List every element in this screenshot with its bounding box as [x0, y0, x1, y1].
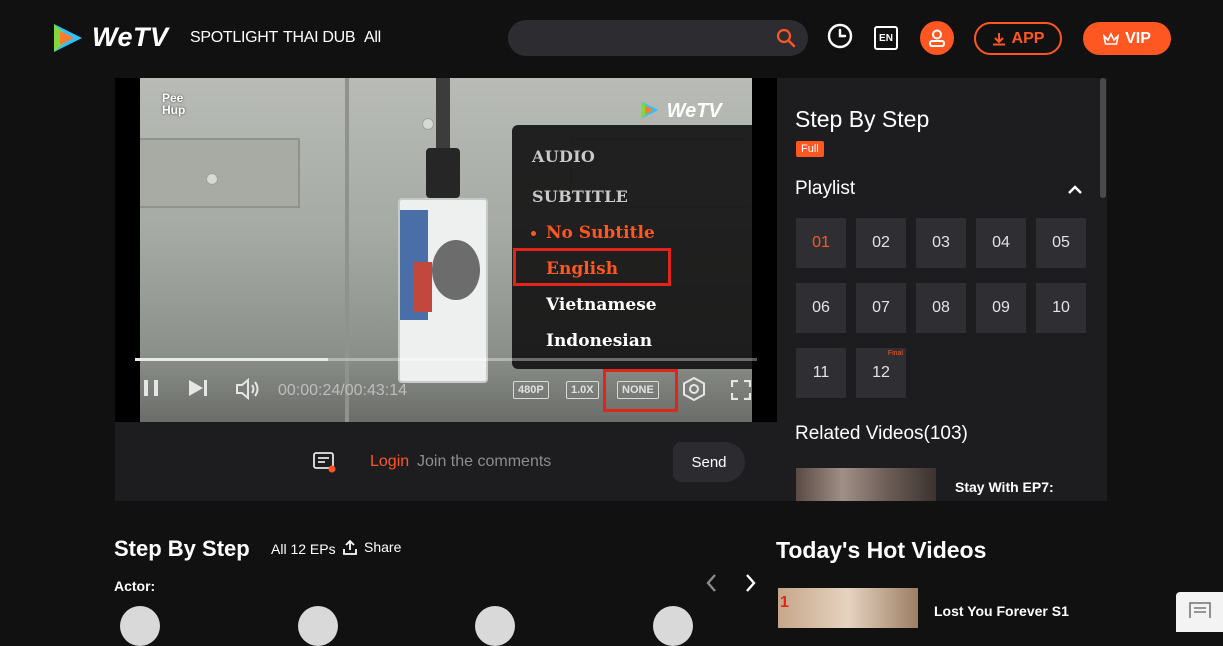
hot-video-thumbnail[interactable]	[778, 588, 918, 628]
feedback-button[interactable]	[1176, 592, 1223, 632]
settings-hexagon-icon[interactable]	[681, 376, 707, 407]
selected-dot-icon	[531, 231, 536, 236]
search-icon[interactable]	[776, 28, 796, 48]
episode-06[interactable]: 06	[796, 283, 846, 333]
progress-fill[interactable]	[135, 358, 328, 361]
english-highlight-box	[513, 248, 671, 286]
top-header: WeTV SPOTLIGHT THAI DUB All EN APP VIP	[0, 0, 1223, 78]
volume-icon[interactable]	[235, 377, 261, 405]
chevron-right-icon[interactable]	[740, 572, 760, 594]
subtitle-button-highlight-box	[603, 369, 678, 412]
subtitle-option-none[interactable]: No Subtitle	[546, 223, 655, 243]
wetv-watermark-text: WeTV	[666, 100, 722, 122]
comment-input[interactable]: Join the comments	[417, 453, 551, 471]
download-app-button[interactable]: APP	[974, 22, 1062, 55]
wetv-watermark: WeTV	[639, 100, 722, 123]
user-icon	[929, 29, 945, 47]
share-icon	[343, 539, 357, 555]
shirt-placket	[345, 78, 349, 422]
episode-09[interactable]: 09	[976, 283, 1026, 333]
wetv-logo-icon[interactable]	[50, 22, 86, 54]
speed-selector[interactable]: 1.0X	[566, 381, 599, 399]
pause-icon[interactable]	[143, 378, 161, 403]
quality-selector[interactable]: 480P	[513, 381, 549, 399]
vip-button-label: VIP	[1125, 29, 1151, 47]
related-video-thumbnail[interactable]	[796, 468, 936, 501]
hot-video-rank: 1	[780, 594, 789, 611]
hot-video-title[interactable]: Lost You Forever S1	[934, 603, 1069, 619]
episodes-count: All 12 EPs	[271, 541, 336, 557]
share-button[interactable]: Share	[342, 539, 401, 555]
shirt-pocket-left	[140, 138, 300, 208]
playlist-label: Playlist	[795, 178, 856, 199]
episode-02[interactable]: 02	[856, 218, 906, 268]
login-link[interactable]: Login	[370, 453, 409, 471]
comment-bar: Login Join the comments Send	[115, 422, 777, 501]
actor-avatar[interactable]	[653, 606, 693, 646]
comment-icon	[313, 452, 337, 474]
actor-label: Actor:	[114, 578, 156, 594]
badge-clip	[426, 148, 460, 198]
feedback-icon	[1189, 602, 1211, 620]
wetv-logo-icon	[641, 101, 659, 119]
show-info-title: Step By Step	[114, 536, 250, 561]
episode-12[interactable]: 12 Final	[856, 348, 906, 398]
subtitle-option-indonesian[interactable]: Indonesian	[546, 331, 652, 351]
episode-01[interactable]: 01	[796, 218, 846, 268]
next-episode-icon[interactable]	[187, 378, 209, 403]
search-input[interactable]	[508, 20, 808, 56]
shirt-button	[422, 118, 434, 130]
episode-12-label: 12	[872, 364, 890, 381]
channel-watermark: Pee Hup	[162, 91, 186, 117]
actor-avatar[interactable]	[298, 606, 338, 646]
nav-all[interactable]: All	[364, 29, 381, 47]
episode-11[interactable]: 11	[796, 348, 846, 398]
subtitle-menu: AUDIO SUBTITLE No Subtitle English Vietn…	[512, 125, 752, 369]
final-tag: Final	[887, 350, 903, 357]
id-card-photo	[432, 240, 480, 300]
app-button-label: APP	[1011, 29, 1045, 47]
share-label: Share	[364, 539, 402, 555]
actor-avatar[interactable]	[120, 606, 160, 646]
status-badge: Full	[796, 141, 824, 157]
id-card-stripe	[414, 262, 432, 312]
episode-10[interactable]: 10	[1036, 283, 1086, 333]
actor-avatar[interactable]	[475, 606, 515, 646]
chevron-up-icon[interactable]	[1067, 183, 1083, 195]
fullscreen-icon[interactable]	[730, 379, 752, 405]
language-selector[interactable]: EN	[874, 26, 898, 50]
audio-menu-heading[interactable]: AUDIO	[532, 147, 595, 166]
episode-08[interactable]: 08	[916, 283, 966, 333]
history-clock-icon[interactable]	[826, 22, 854, 50]
subtitle-menu-heading: SUBTITLE	[532, 187, 629, 206]
chevron-left-icon[interactable]	[702, 572, 722, 594]
show-title: Step By Step	[795, 106, 930, 132]
crown-icon	[1103, 31, 1120, 45]
related-videos-label: Related Videos(103)	[795, 423, 968, 444]
episode-05[interactable]: 05	[1036, 218, 1086, 268]
subtitle-option-vietnamese[interactable]: Vietnamese	[546, 295, 657, 315]
episode-sidebar: Step By Step Full Playlist 01 02 03 04 0…	[777, 78, 1107, 501]
vip-button[interactable]: VIP	[1083, 22, 1171, 55]
playback-time: 00:00:24/00:43:14	[278, 382, 408, 399]
send-button[interactable]: Send	[673, 442, 745, 482]
shirt-button	[206, 173, 218, 185]
video-player[interactable]: Pee Hup WeTV AUDIO SUBTITLE No Subtitle …	[115, 78, 777, 422]
episode-04[interactable]: 04	[976, 218, 1026, 268]
episode-03[interactable]: 03	[916, 218, 966, 268]
user-account-button[interactable]	[920, 21, 954, 55]
sidebar-scrollbar-thumb[interactable]	[1100, 78, 1106, 198]
episode-07[interactable]: 07	[856, 283, 906, 333]
download-icon	[992, 32, 1005, 45]
related-video-title[interactable]: Stay With EP7:	[955, 479, 1054, 495]
hot-videos-title: Today's Hot Videos	[776, 537, 987, 563]
nav-thai-dub[interactable]: THAI DUB	[283, 29, 356, 47]
brand-name[interactable]: WeTV	[92, 22, 169, 53]
nav-spotlight[interactable]: SPOTLIGHT	[190, 29, 278, 47]
id-card	[398, 198, 488, 383]
